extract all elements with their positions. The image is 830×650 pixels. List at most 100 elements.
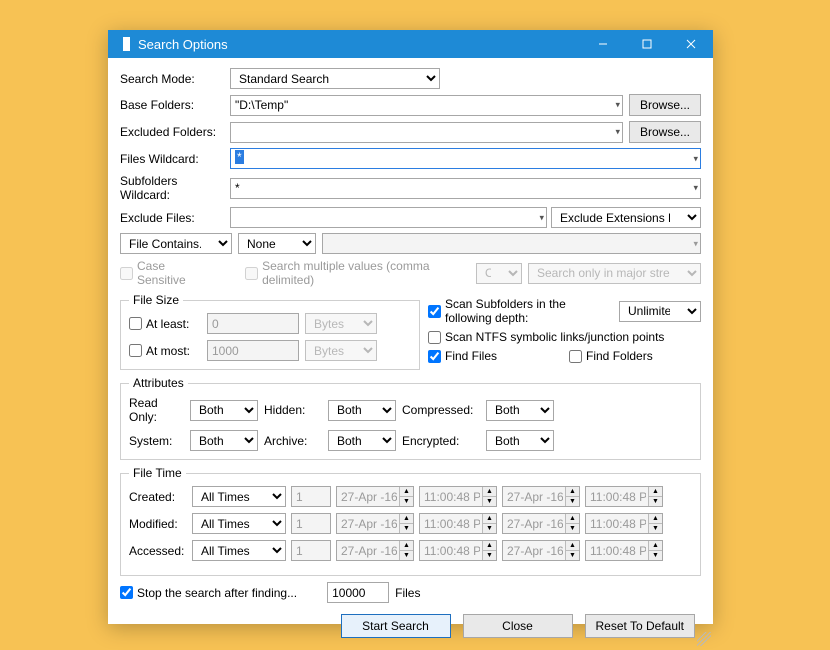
or-and-select: Or (476, 263, 522, 284)
contains-mode-select[interactable]: None (238, 233, 316, 254)
chevron-down-icon: ▼ (482, 524, 496, 533)
chevron-up-icon: ▲ (565, 541, 579, 551)
spinner-buttons: ▲▼ (482, 487, 496, 506)
compressed-select[interactable]: Both (486, 400, 554, 421)
chevron-up-icon: ▲ (565, 487, 579, 497)
at-most-unit-select: Bytes (305, 340, 377, 361)
readonly-select[interactable]: Both (190, 400, 258, 421)
excluded-folders-input[interactable] (230, 122, 623, 143)
exclude-files-input[interactable] (230, 207, 547, 228)
depth-select[interactable]: Unlimited (619, 301, 701, 322)
window-title: Search Options (138, 37, 581, 52)
compressed-label: Compressed: (402, 403, 480, 417)
hidden-label: Hidden: (264, 403, 322, 417)
file-contains-select[interactable]: File Contains... (120, 233, 232, 254)
base-folders-input[interactable] (230, 95, 623, 116)
base-folders-label: Base Folders: (120, 98, 230, 112)
modified-label: Modified: (129, 517, 187, 531)
spinner-buttons: ▲▼ (565, 487, 579, 506)
chevron-up-icon: ▲ (565, 514, 579, 524)
start-search-button[interactable]: Start Search (341, 614, 451, 638)
spinner-buttons: ▲▼ (482, 541, 496, 560)
chevron-up-icon: ▲ (399, 541, 413, 551)
content-area: Search Mode: Standard Search Base Folder… (108, 58, 713, 648)
multi-values-checkbox: Search multiple values (comma delimited) (245, 259, 462, 287)
scan-subfolders-checkbox[interactable]: Scan Subfolders in the following depth: (428, 297, 613, 325)
minimize-button[interactable] (581, 30, 625, 58)
modified-mode-select[interactable]: All Times (192, 513, 286, 534)
maximize-button[interactable] (625, 30, 669, 58)
spinner-buttons: ▲▼ (399, 514, 413, 533)
created-count-input (291, 486, 331, 507)
chevron-up-icon: ▲ (648, 541, 662, 551)
find-folders-checkbox[interactable]: Find Folders (569, 349, 653, 363)
excluded-folders-label: Excluded Folders: (120, 125, 230, 139)
accessed-mode-select[interactable]: All Times (192, 540, 286, 561)
close-dialog-button[interactable]: Close (463, 614, 573, 638)
spinner-buttons: ▲▼ (565, 514, 579, 533)
reset-default-button[interactable]: Reset To Default (585, 614, 696, 638)
chevron-down-icon: ▼ (565, 551, 579, 560)
titlebar[interactable]: Search Options (108, 30, 713, 58)
stop-after-checkbox[interactable]: Stop the search after finding... (120, 586, 297, 600)
chevron-down-icon: ▼ (648, 497, 662, 506)
close-icon (686, 39, 696, 49)
chevron-up-icon: ▲ (482, 541, 496, 551)
archive-select[interactable]: Both (328, 430, 396, 451)
files-wildcard-input[interactable] (230, 148, 701, 169)
resize-grip[interactable] (697, 632, 711, 646)
spinner-buttons: ▲▼ (648, 541, 662, 560)
encrypted-select[interactable]: Both (486, 430, 554, 451)
chevron-down-icon: ▼ (399, 524, 413, 533)
close-button[interactable] (669, 30, 713, 58)
attributes-group: Attributes Read Only: Both Hidden: Both … (120, 376, 701, 460)
chevron-down-icon: ▼ (482, 551, 496, 560)
search-mode-label: Search Mode: (120, 72, 230, 86)
encrypted-label: Encrypted: (402, 434, 480, 448)
chevron-down-icon: ▼ (565, 524, 579, 533)
scan-ntfs-checkbox[interactable]: Scan NTFS symbolic links/junction points (428, 330, 664, 344)
file-size-legend: File Size (129, 293, 183, 307)
hidden-select[interactable]: Both (328, 400, 396, 421)
maximize-icon (642, 39, 652, 49)
archive-label: Archive: (264, 434, 322, 448)
accessed-count-input (291, 540, 331, 561)
at-least-checkbox[interactable]: At least: (129, 317, 201, 331)
chevron-down-icon: ▼ (648, 524, 662, 533)
at-least-input (207, 313, 299, 334)
system-select[interactable]: Both (190, 430, 258, 451)
modified-count-input (291, 513, 331, 534)
chevron-up-icon: ▲ (648, 487, 662, 497)
exclude-extensions-select[interactable]: Exclude Extensions List (551, 207, 701, 228)
chevron-up-icon: ▲ (482, 514, 496, 524)
chevron-up-icon: ▲ (399, 487, 413, 497)
created-mode-select[interactable]: All Times (192, 486, 286, 507)
file-size-group: File Size At least: Bytes At most: Bytes (120, 293, 420, 370)
files-suffix-label: Files (395, 586, 420, 600)
chevron-down-icon: ▼ (399, 551, 413, 560)
file-time-group: File Time Created:All Times▲▼▲▼▲▼▲▼Modif… (120, 466, 701, 576)
created-label: Created: (129, 490, 187, 504)
excluded-folders-browse-button[interactable]: Browse... (629, 121, 701, 143)
files-wildcard-label: Files Wildcard: (120, 152, 230, 166)
minimize-icon (598, 39, 608, 49)
stop-after-count-input[interactable] (327, 582, 389, 603)
base-folders-browse-button[interactable]: Browse... (629, 94, 701, 116)
subfolders-wildcard-label: Subfolders Wildcard: (120, 174, 230, 202)
search-mode-select[interactable]: Standard Search (230, 68, 440, 89)
contains-text-input (322, 233, 701, 254)
spinner-buttons: ▲▼ (399, 541, 413, 560)
spinner-buttons: ▲▼ (565, 541, 579, 560)
file-time-legend: File Time (129, 466, 186, 480)
spinner-buttons: ▲▼ (482, 514, 496, 533)
spinner-buttons: ▲▼ (399, 487, 413, 506)
subfolders-wildcard-input[interactable] (230, 178, 701, 199)
case-sensitive-checkbox: Case Sensitive (120, 259, 208, 287)
chevron-down-icon: ▼ (482, 497, 496, 506)
attributes-legend: Attributes (129, 376, 188, 390)
chevron-down-icon: ▼ (648, 551, 662, 560)
find-files-checkbox[interactable]: Find Files (428, 349, 497, 363)
chevron-down-icon: ▼ (565, 497, 579, 506)
chevron-up-icon: ▲ (399, 514, 413, 524)
at-most-checkbox[interactable]: At most: (129, 344, 201, 358)
